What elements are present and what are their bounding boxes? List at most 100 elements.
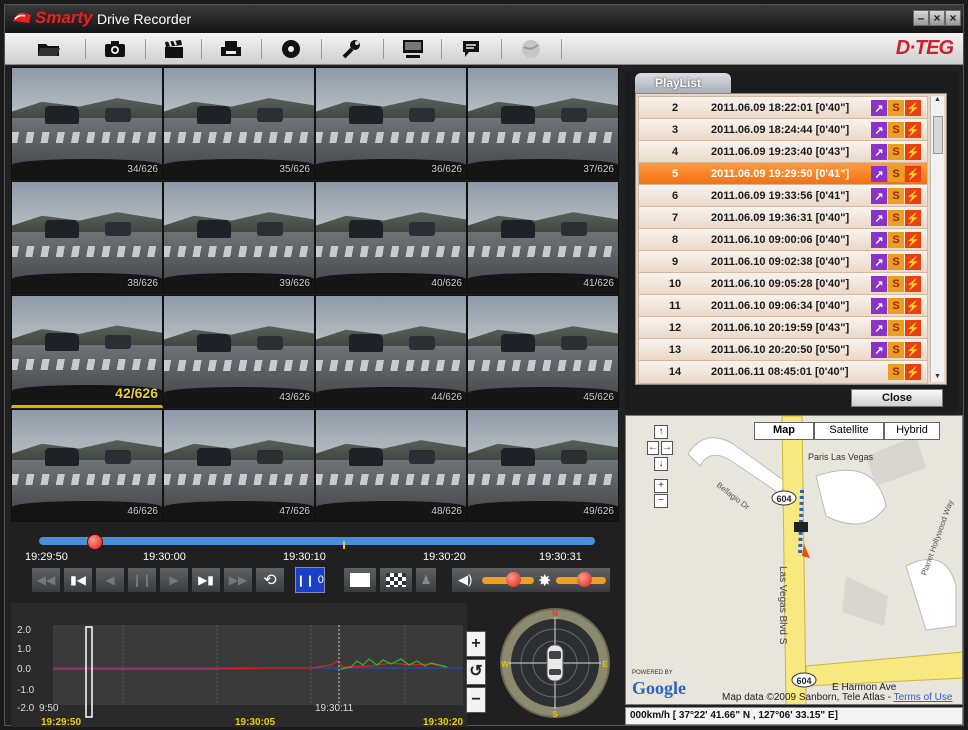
scroll-up-icon[interactable]: ▲ [931,96,944,103]
gps-icon: ↗ [871,100,887,116]
open-folder-icon [38,44,60,56]
map-type-map[interactable]: Map [754,422,814,440]
route-badge-2: 604 [796,676,811,686]
play-button[interactable]: ▶ [159,567,189,593]
brightness-icon: ✸ [538,573,552,590]
playlist-row[interactable]: 10 2011.06.10 09:05:28 [0'40"] ↗ S ⚡ [638,272,928,296]
maximize-button[interactable]: × [929,10,945,26]
map-zoom-in-button[interactable]: + [654,479,668,493]
timeline[interactable]: 19:29:50 19:30:00 19:30:10 19:30:20 19:30:31 [25,533,605,563]
playlist-tab[interactable]: PlayList [635,73,731,93]
playlist-row[interactable]: 9 2011.06.10 09:02:38 [0'40"] ↗ S ⚡ [638,250,928,274]
map-type-satellite[interactable]: Satellite [814,422,884,440]
compass: N E S W [500,608,610,719]
timeline-label: 19:30:31 [539,551,582,563]
volume-knob[interactable] [506,572,522,587]
playlist-row[interactable]: 3 2011.06.09 18:24:44 [0'40"] ↗ S ⚡ [638,118,928,142]
zoom-in-button[interactable]: + [466,631,486,657]
playlist-row[interactable]: 13 2011.06.10 20:20:50 [0'50"] ↗ S ⚡ [638,338,928,362]
snapshot-button[interactable] [89,35,141,63]
brightness-knob[interactable] [576,572,592,587]
skip-forward-button[interactable]: ▶▮ [191,567,221,593]
playlist-row[interactable]: 6 2011.06.09 19:33:56 [0'41"] ↗ S ⚡ [638,184,928,208]
reset-button[interactable]: ↺ [466,659,486,685]
chat-button[interactable] [445,35,497,63]
map-zoom-out-button[interactable]: − [654,494,668,508]
print-button[interactable] [205,35,257,63]
google-logo[interactable]: Google [632,678,686,699]
g-sensor-plot: 2.0 1.0 0.0 -1.0 -2.0 9:50 19:30:11 19:29:50 19:… [17,625,463,727]
scroll-thumb[interactable] [933,116,943,154]
timeline-knob[interactable] [86,534,103,550]
video-thumbnail[interactable]: 40/626 [315,181,467,294]
timeline-label: 19:30:20 [423,551,466,563]
playlist-row[interactable]: 2 2011.06.09 18:22:01 [0'40"] ↗ S ⚡ [638,96,928,120]
video-button[interactable] [149,35,201,63]
video-thumbnail[interactable]: 45/626 [467,295,619,408]
thumbnail-caption: 42/626 [115,385,158,401]
pan-down-button[interactable]: ↓ [654,457,668,471]
video-thumbnail[interactable]: 46/626 [11,409,163,522]
checkered-button[interactable] [379,567,413,593]
scroll-down-icon[interactable]: ▼ [931,373,944,380]
open-folder-button[interactable] [23,35,75,63]
video-thumbnail[interactable]: 38/626 [11,181,163,294]
terms-link[interactable]: Terms of Use [894,692,953,703]
video-thumbnail[interactable]: 37/626 [467,67,619,180]
skip-back-button[interactable]: ▮◀ [63,567,93,593]
pause-button[interactable]: ❙❙ [127,567,157,593]
playlist-scrollbar[interactable]: ▲ ▼ [930,96,944,382]
playlist-row[interactable]: 8 2011.06.10 09:00:06 [0'40"] ↗ S ⚡ [638,228,928,252]
video-thumbnail[interactable]: 43/626 [163,295,315,408]
thumbnail-caption: 41/626 [583,278,614,289]
video-thumbnail[interactable]: 42/626 [11,295,163,408]
playlist-row[interactable]: 11 2011.06.10 09:06:34 [0'40"] ↗ S ⚡ [638,294,928,318]
globe-button[interactable] [505,35,557,63]
settings-button[interactable] [325,35,377,63]
step-back-button[interactable]: ◀ [95,567,125,593]
playlist-row[interactable]: 14 2011.06.11 08:45:01 [0'40"] S ⚡ [638,360,928,384]
playlist-row[interactable]: 12 2011.06.10 20:19:59 [0'43"] ↗ S ⚡ [638,316,928,340]
map-canvas[interactable]: 604 604 Paris Las Vegas Bellagio Dr Las … [626,416,963,705]
gps-icon: ↗ [871,276,887,292]
pan-left-button[interactable]: ← [647,441,659,455]
video-thumbnail[interactable]: 41/626 [467,181,619,294]
timeline-label: 19:30:10 [283,551,326,563]
map-panel[interactable]: 604 604 Paris Las Vegas Bellagio Dr Las … [625,415,963,705]
zoom-out-button[interactable]: − [466,687,486,713]
fast-forward-button[interactable]: ▶▶ [223,567,253,593]
playlist-row-icons: ↗ S ⚡ [871,100,921,116]
playlist-list: 2 2011.06.09 18:22:01 [0'40"] ↗ S ⚡ 3 2011.06.… [635,93,947,385]
disc-button[interactable] [265,35,317,63]
video-thumbnail[interactable]: 35/626 [163,67,315,180]
video-thumbnail[interactable]: 34/626 [11,67,163,180]
video-thumbnail[interactable]: 44/626 [315,295,467,408]
playlist-row[interactable]: 5 2011.06.09 19:29:50 [0'41"] ↗ S ⚡ [638,162,928,186]
video-thumbnail[interactable]: 47/626 [163,409,315,522]
playlist-row[interactable]: 4 2011.06.09 19:23:40 [0'43"] ↗ S ⚡ [638,140,928,164]
monitor-button[interactable] [387,35,439,63]
route-badge-1: 604 [776,494,791,504]
g-sensor-graph: 2.0 1.0 0.0 -1.0 -2.0 9:50 19:30:11 19:29:50 19:… [11,603,467,727]
fast-rewind-button[interactable]: ◀◀ [31,567,61,593]
repeat-icon: ⟲ [263,572,277,589]
pan-right-button[interactable]: → [661,441,673,455]
thumbnail-caption: 45/626 [583,392,614,403]
playlist-row[interactable]: 7 2011.06.09 19:36:31 [0'40"] ↗ S ⚡ [638,206,928,230]
video-thumbnail[interactable]: 49/626 [467,409,619,522]
map-type-hybrid[interactable]: Hybrid [884,422,940,440]
video-thumbnail[interactable]: 48/626 [315,409,467,522]
timeline-track[interactable] [39,534,595,550]
playback-controls: ◀◀ ▮◀ ◀ ❙❙ ▶ ▶▮ ▶▶ ⟲ ❙❙ 0 ♟ ◀) ✸ [31,567,611,595]
video-thumbnail[interactable]: 39/626 [163,181,315,294]
person-button[interactable]: ♟ [415,567,437,593]
pan-up-button[interactable]: ↑ [654,425,668,439]
fullscreen-button[interactable] [343,567,377,593]
close-button[interactable]: × [945,10,961,26]
minimize-button[interactable]: – [913,10,929,26]
title-bar: Smarty Drive Recorder – × × [5,5,963,33]
monitor-icon [403,40,423,58]
close-playlist-button[interactable]: Close [851,389,943,407]
video-thumbnail[interactable]: 36/626 [315,67,467,180]
repeat-button[interactable]: ⟲ [255,567,285,593]
